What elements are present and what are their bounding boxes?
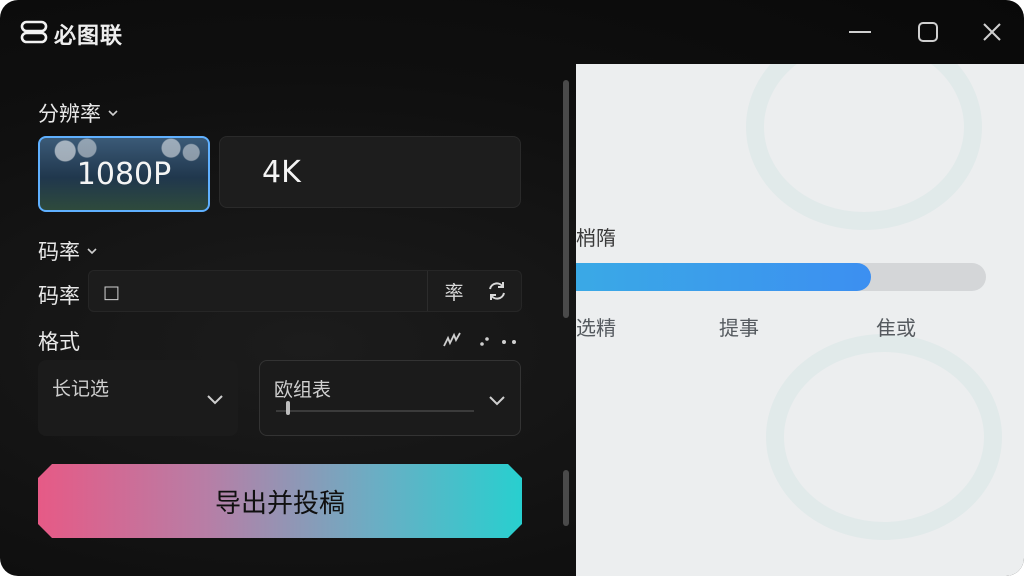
resolution-section-toggle[interactable]: 分辨率 [38,98,119,128]
background-decoration [746,64,982,230]
app-logo-icon [20,20,48,44]
format-dropdown-1[interactable]: 长记选 [38,360,238,436]
format-label: 格式 [38,330,80,354]
scrollbar-thumb[interactable] [563,470,569,526]
format-level-slider-handle[interactable] [285,401,290,415]
bitrate-field-label: 码率 [38,284,80,308]
export-settings-panel: 分辨率 1080P 4K 码率 码率 率 [0,64,576,576]
format-dropdown-2[interactable]: 欧组表 [259,360,521,436]
upload-status-text: 梢隋 [576,226,616,250]
format-tools-icon[interactable] [442,330,522,350]
bitrate-section-label: 码率 [38,240,80,264]
format-dropdown-value: 长记选 [52,378,110,400]
close-button[interactable] [974,14,1010,50]
maximize-button[interactable] [910,14,946,50]
chevron-down-icon [87,248,97,255]
preview-panel: 梢隋 选精 提事 隹或 [576,64,1024,576]
resolution-option-1080p[interactable]: 1080P [38,136,210,212]
background-decoration [766,334,1002,540]
refresh-icon[interactable] [485,279,509,303]
app-window: 必图联 梢隋 选精 提事 隹或 分辨率 1080P 4K 码率 码率 □ 率 格… [0,0,1024,576]
chevron-down-icon [489,396,505,406]
chevron-down-icon [207,395,223,405]
close-icon [983,23,1001,41]
export-and-submit-button[interactable]: 导出并投稿 [38,464,522,538]
progress-step: 隹或 [876,316,916,340]
settings-scrollbar[interactable] [563,80,569,526]
bitrate-unit[interactable]: 率 [427,271,480,311]
resolution-option-label: 1080P [76,156,172,192]
bitrate-input[interactable] [101,279,425,305]
minimize-icon [849,31,871,33]
maximize-icon [918,22,938,42]
format-dropdown-value: 欧组表 [274,379,332,401]
scrollbar-thumb[interactable] [563,80,569,318]
upload-progress-fill [576,263,872,291]
resolution-option-4k[interactable]: 4K [219,136,521,208]
format-level-slider[interactable] [276,410,474,412]
progress-step: 提事 [719,316,759,340]
bitrate-section-toggle[interactable]: 码率 [38,236,98,266]
upload-progress-bar [576,263,986,291]
title-bar: 必图联 [0,0,1024,64]
app-title: 必图联 [54,24,124,49]
minimize-button[interactable] [842,14,878,50]
resolution-option-label: 4K [262,154,301,190]
progress-step: 选精 [576,316,616,340]
resolution-label: 分辨率 [38,102,101,126]
bitrate-field: 率 [88,270,522,312]
chevron-down-icon [108,110,118,117]
